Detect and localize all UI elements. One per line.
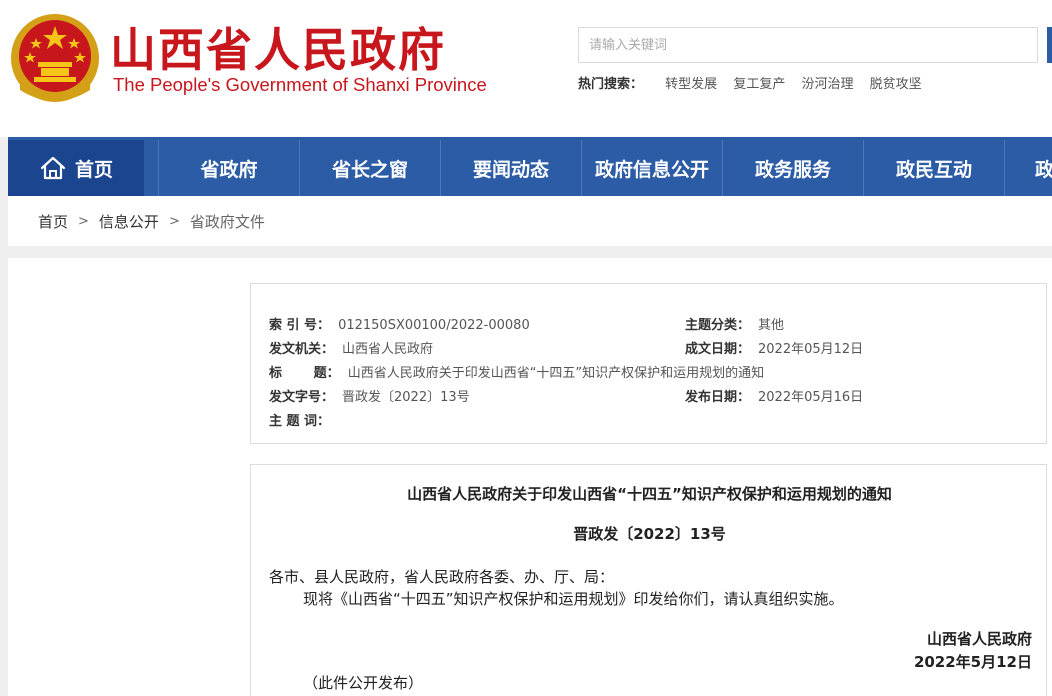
hot-search-label: 热门搜索： — [578, 77, 644, 92]
nav-item-governor[interactable]: 省长之窗 — [299, 140, 440, 196]
national-emblem-icon — [11, 14, 99, 102]
home-icon — [40, 156, 66, 180]
meta-date-written: 成文日期： 2022年05月12日 — [685, 338, 863, 357]
hot-search-link[interactable]: 复工复产 — [733, 77, 785, 92]
meta-value: 山西省人民政府关于印发山西省“十四五”知识产权保护和运用规划的通知 — [347, 366, 765, 381]
meta-value: 2022年05月12日 — [758, 342, 864, 357]
document-number: 晋政发〔2022〕13号 — [573, 525, 726, 543]
nav-item-province-gov[interactable]: 省政府 — [158, 140, 299, 196]
meta-value: 其他 — [758, 318, 785, 333]
nav-item-interaction[interactable]: 政民互动 — [863, 140, 1004, 196]
meta-key: 发文机关： — [269, 342, 335, 357]
search-input[interactable] — [579, 28, 1037, 62]
nav-item-services[interactable]: 政务服务 — [722, 140, 863, 196]
nav-home-label: 首页 — [74, 158, 113, 181]
hot-search-link[interactable]: 脱贫攻坚 — [870, 77, 922, 92]
meta-key: 主 题 词： — [269, 414, 331, 429]
search-box — [578, 27, 1038, 63]
breadcrumb-home[interactable]: 首页 — [38, 211, 68, 232]
meta-doc-number: 发文字号： 晋政发〔2022〕13号 — [269, 386, 470, 405]
meta-issuer: 发文机关： 山西省人民政府 — [269, 338, 433, 357]
search-button[interactable] — [1047, 27, 1052, 63]
site-title: 山西省人民政府 — [110, 23, 446, 77]
document-body: 山西省人民政府关于印发山西省“十四五”知识产权保护和运用规划的通知 晋政发〔20… — [250, 464, 1047, 696]
breadcrumb-info-public[interactable]: 信息公开 — [99, 211, 159, 232]
meta-key: 索 引 号： — [269, 318, 331, 333]
meta-category: 主题分类： 其他 — [685, 314, 784, 333]
site-header: 山西省人民政府 The People's Government of Shanx… — [0, 0, 1052, 137]
hot-search-link[interactable]: 汾河治理 — [801, 77, 853, 92]
document-note: （此件公开发布） — [303, 674, 424, 692]
main-nav: 首页 省政府 省长之窗 要闻动态 政府信息公开 政务服务 政民互动 政 — [8, 137, 1052, 196]
meta-key: 成文日期： — [685, 342, 751, 357]
document-title: 山西省人民政府关于印发山西省“十四五”知识产权保护和运用规划的通知 — [407, 485, 892, 503]
nav-item-news[interactable]: 要闻动态 — [440, 140, 581, 196]
document-signature-org: 山西省人民政府 — [926, 630, 1032, 648]
breadcrumb-separator: > — [78, 213, 89, 229]
meta-key: 发布日期： — [685, 390, 751, 405]
nav-item-more[interactable]: 政 — [1004, 140, 1052, 196]
meta-key: 发文字号： — [269, 390, 335, 405]
main-content: 索 引 号： 012150SX00100/2022-00080 主题分类： 其他 发… — [8, 258, 1052, 696]
meta-key: 标 题： — [269, 366, 340, 381]
nav-item-info-public[interactable]: 政府信息公开 — [581, 140, 722, 196]
meta-value: 2022年05月16日 — [758, 390, 864, 405]
meta-value: 晋政发〔2022〕13号 — [342, 390, 470, 405]
meta-publish-date: 发布日期： 2022年05月16日 — [685, 386, 863, 405]
site-subtitle: The People's Government of Shanxi Provin… — [113, 74, 487, 95]
meta-index: 索 引 号： 012150SX00100/2022-00080 — [269, 314, 530, 333]
document-paragraph: 现将《山西省“十四五”知识产权保护和运用规划》印发给你们，请认真组织实施。 — [303, 590, 844, 608]
meta-value: 012150SX00100/2022-00080 — [338, 318, 530, 333]
nav-item-home[interactable]: 首页 — [8, 140, 144, 196]
meta-title: 标 题： 山西省人民政府关于印发山西省“十四五”知识产权保护和运用规划的通知 — [269, 362, 764, 381]
document-signature-date: 2022年5月12日 — [913, 653, 1032, 671]
hot-search: 热门搜索： 转型发展 复工复产 汾河治理 脱贫攻坚 — [578, 73, 922, 92]
breadcrumb-separator: > — [168, 213, 180, 229]
meta-value: 山西省人民政府 — [342, 342, 434, 357]
breadcrumb: 首页 > 信息公开 > 省政府文件 — [8, 196, 1052, 246]
meta-key: 主题分类： — [685, 318, 751, 333]
document-salutation: 各市、县人民政府，省人民政府各委、办、厅、局： — [269, 568, 615, 586]
document-metadata: 索 引 号： 012150SX00100/2022-00080 主题分类： 其他 发… — [250, 283, 1047, 444]
hot-search-link[interactable]: 转型发展 — [665, 77, 717, 92]
breadcrumb-current[interactable]: 省政府文件 — [190, 211, 265, 232]
meta-keywords: 主 题 词： — [269, 410, 338, 429]
